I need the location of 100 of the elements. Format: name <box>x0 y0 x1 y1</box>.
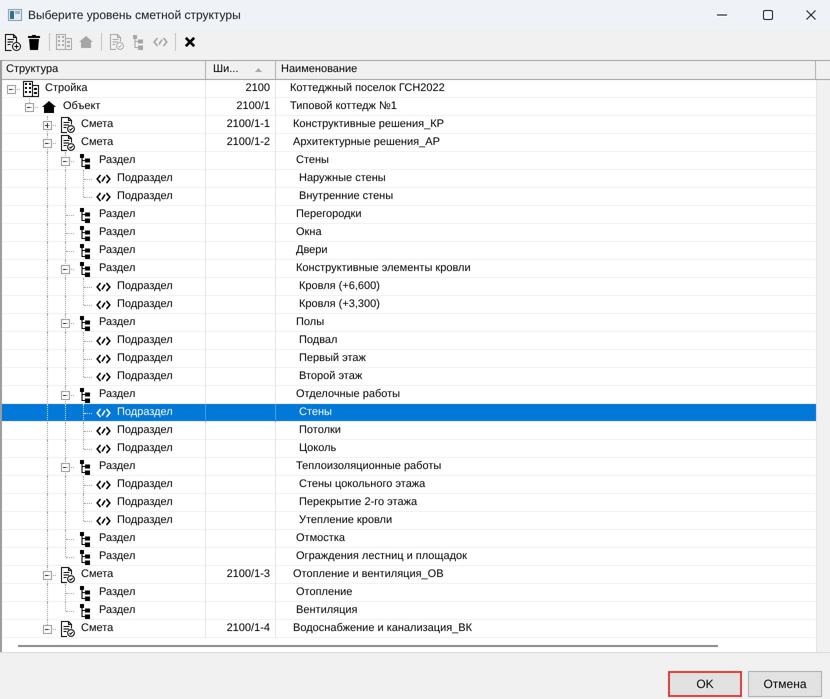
ok-button[interactable]: OK <box>668 671 742 697</box>
minus-box-icon[interactable] <box>43 571 52 580</box>
node-type-label: Подраздел <box>117 172 173 186</box>
node-type-label: Раздел <box>99 604 136 618</box>
code-brackets-icon <box>96 516 110 526</box>
minus-box-icon[interactable] <box>61 463 70 472</box>
tree-row[interactable]: Подраздел Цоколь <box>2 440 816 458</box>
tree-row[interactable]: Смета 2100/1-3 Отопление и вентиляция_ОВ <box>2 566 816 584</box>
document-plus-icon[interactable] <box>4 34 20 50</box>
tree-row[interactable]: Подраздел Наружные стены <box>2 170 816 188</box>
trash-icon[interactable] <box>28 34 40 50</box>
tree-row[interactable]: Раздел Двери <box>2 242 816 260</box>
code-brackets-icon <box>96 192 110 202</box>
tree-row[interactable]: Подраздел Стены цокольного этажа <box>2 476 816 494</box>
hierarchy-icon <box>80 154 90 168</box>
vertical-scrollbar-track[interactable] <box>816 80 830 652</box>
hierarchy-icon <box>80 586 90 600</box>
code-brackets-icon <box>96 282 110 292</box>
item-name: Стены <box>299 406 332 420</box>
hierarchy-icon <box>80 550 90 564</box>
node-type-label: Раздел <box>99 586 136 600</box>
minus-box-icon[interactable] <box>61 265 70 274</box>
cross-icon[interactable] <box>184 36 196 48</box>
item-name: Вентиляция <box>296 604 358 618</box>
document-check-icon <box>60 621 74 637</box>
tree-row[interactable]: Раздел Конструктивные элементы кровли <box>2 260 816 278</box>
tree-row[interactable]: Раздел Отопление <box>2 584 816 602</box>
hierarchy-icon <box>80 460 90 474</box>
item-name: Внутренние стены <box>299 190 394 204</box>
code-brackets-icon <box>96 372 110 382</box>
close-icon[interactable] <box>806 10 816 20</box>
column-header[interactable]: Структура <box>2 61 206 79</box>
item-name: Окна <box>296 226 322 240</box>
hierarchy-icon <box>80 244 90 258</box>
code-text: 2100/1-1 <box>226 118 270 132</box>
horizontal-scrollbar-thumb[interactable] <box>18 645 718 647</box>
hierarchy-icon <box>80 208 90 222</box>
app-icon <box>8 9 22 21</box>
tree-row[interactable]: Раздел Перегородки <box>2 206 816 224</box>
minus-box-icon[interactable] <box>61 157 70 166</box>
hierarchy-icon <box>80 388 90 402</box>
window-title: Выберите уровень сметной структуры <box>28 8 241 22</box>
minus-box-icon[interactable] <box>43 139 52 148</box>
node-type-label: Смета <box>81 118 114 132</box>
minus-box-icon[interactable] <box>61 319 70 328</box>
tree-row[interactable]: Раздел Стены <box>2 152 816 170</box>
minus-box-icon[interactable] <box>25 103 34 112</box>
node-type-label: Подраздел <box>117 442 173 456</box>
tree-row[interactable]: Подраздел Потолки <box>2 422 816 440</box>
tree-row[interactable]: Подраздел Кровля (+3,300) <box>2 296 816 314</box>
column-header[interactable]: Наименование <box>276 61 816 79</box>
minus-box-icon[interactable] <box>43 625 52 634</box>
minus-box-icon[interactable] <box>7 85 16 94</box>
plus-box-icon[interactable] <box>43 121 52 130</box>
tree-row[interactable]: Объект 2100/1 Типовой коттедж №1 <box>2 98 816 116</box>
minus-box-icon[interactable] <box>61 391 70 400</box>
item-name: Первый этаж <box>299 352 366 366</box>
item-name: Подвал <box>299 334 338 348</box>
code-text: 2100/1 <box>236 100 270 114</box>
tree-row[interactable]: Раздел Отделочные работы <box>2 386 816 404</box>
tree-row[interactable]: Подраздел Утепление кровли <box>2 512 816 530</box>
tree-row[interactable]: Стройка 2100 Коттеджный поселок ГСН2022 <box>2 80 816 98</box>
tree-row[interactable]: Подраздел Второй этаж <box>2 368 816 386</box>
document-check-icon <box>60 567 74 583</box>
tree-row[interactable]: Смета 2100/1-4 Водоснабжение и канализация_ВК <box>2 620 816 638</box>
tree-row[interactable]: Подраздел Стены <box>2 404 816 422</box>
item-name: Конструктивные элементы кровли <box>296 262 471 276</box>
tree-row[interactable]: Раздел Вентиляция <box>2 602 816 620</box>
column-header[interactable]: Ши... <box>206 61 276 79</box>
tree-row[interactable]: Подраздел Перекрытие 2-го этажа <box>2 494 816 512</box>
code-brackets-icon <box>96 408 110 418</box>
tree-row[interactable]: Подраздел Подвал <box>2 332 816 350</box>
code-brackets-icon <box>96 426 110 436</box>
tree-row[interactable]: Раздел Теплоизоляционные работы <box>2 458 816 476</box>
tree-row[interactable]: Раздел Отмостка <box>2 530 816 548</box>
document-check-icon <box>60 117 74 133</box>
tree-row[interactable]: Раздел Полы <box>2 314 816 332</box>
item-name: Теплоизоляционные работы <box>296 460 442 474</box>
tree-row[interactable]: Смета 2100/1-1 Конструктивные решения_КР <box>2 116 816 134</box>
code-text: 2100/1-2 <box>226 136 270 150</box>
tree-row[interactable]: Подраздел Первый этаж <box>2 350 816 368</box>
tree-row[interactable]: Раздел Ограждения лестниц и площадок <box>2 548 816 566</box>
tree-row[interactable]: Раздел Окна <box>2 224 816 242</box>
item-name: Утепление кровли <box>299 514 392 528</box>
maximize-icon[interactable] <box>763 10 773 20</box>
item-name: Кровля (+6,600) <box>299 280 380 294</box>
item-name: Ограждения лестниц и площадок <box>296 550 467 564</box>
cancel-button[interactable]: Отмена <box>748 671 822 697</box>
code-brackets-icon <box>96 174 110 184</box>
item-name: Второй этаж <box>299 370 362 384</box>
tree-row[interactable]: Подраздел Кровля (+6,600) <box>2 278 816 296</box>
tree-row[interactable]: Смета 2100/1-2 Архитектурные решения_АР <box>2 134 816 152</box>
item-name: Отмостка <box>296 532 345 546</box>
item-name: Отделочные работы <box>296 388 400 402</box>
code-brackets-icon <box>96 444 110 454</box>
item-name: Стены <box>296 154 329 168</box>
tree-row[interactable]: Подраздел Внутренние стены <box>2 188 816 206</box>
item-name: Перегородки <box>296 208 362 222</box>
node-type-label: Раздел <box>99 532 136 546</box>
node-type-label: Подраздел <box>117 370 173 384</box>
